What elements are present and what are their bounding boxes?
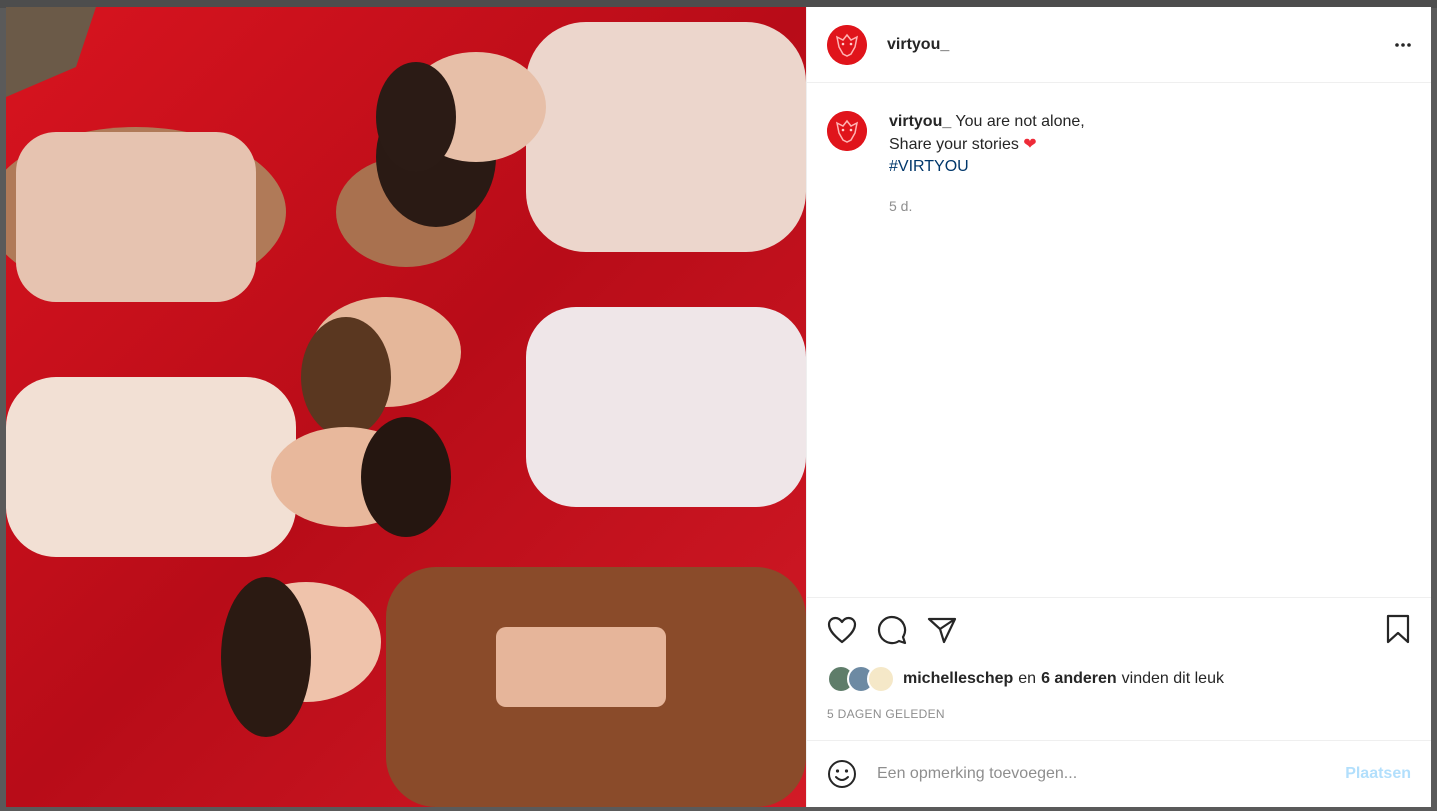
share-button[interactable] <box>927 614 959 646</box>
liker-avatar <box>867 665 895 693</box>
likes-summary: michelleschep en 6 anderen vinden dit le… <box>827 665 1224 693</box>
bookmark-icon <box>1386 614 1410 644</box>
action-bar <box>807 597 1431 659</box>
post-details-panel: virtyou_ virtyou_ You are not alone, Sha… <box>806 7 1431 807</box>
caption-timestamp[interactable]: 5 d. <box>889 195 1085 218</box>
profile-avatar[interactable] <box>827 24 867 65</box>
caption-avatar[interactable] <box>827 111 867 151</box>
comment-bar: Plaatsen <box>807 740 1431 807</box>
save-button[interactable] <box>1385 614 1413 646</box>
comment-input[interactable] <box>877 765 1346 783</box>
lion-logo-icon <box>827 24 867 65</box>
post-photo[interactable] <box>6 7 806 807</box>
post-header: virtyou_ <box>807 7 1431 83</box>
ellipsis-icon <box>1395 43 1411 47</box>
liker-username-link[interactable]: michelleschep <box>903 670 1013 687</box>
liker-avatars[interactable] <box>827 665 895 693</box>
likes-suffix: vinden dit leuk <box>1121 670 1224 687</box>
comment-bubble-icon <box>878 616 907 645</box>
more-options-button[interactable] <box>1391 33 1415 57</box>
post-comment-button[interactable]: Plaatsen <box>1345 765 1411 783</box>
post-caption: virtyou_ You are not alone, Share your s… <box>827 111 1411 217</box>
paper-plane-icon <box>927 617 957 644</box>
caption-body: virtyou_ You are not alone, Share your s… <box>889 111 1085 217</box>
comment-button[interactable] <box>877 614 909 646</box>
caption-text-line1: You are not alone, <box>955 113 1085 130</box>
likes-others-link[interactable]: 6 anderen <box>1041 670 1117 688</box>
smiley-icon <box>828 760 856 788</box>
hashtag-link[interactable]: #VIRTYOU <box>889 158 969 175</box>
caption-username-link[interactable]: virtyou_ <box>889 113 951 130</box>
red-heart-emoji: ❤ <box>1023 135 1037 153</box>
photo-illustration <box>6 7 806 807</box>
post-date[interactable]: 5 DAGEN GELEDEN <box>827 707 945 721</box>
post-modal: virtyou_ virtyou_ You are not alone, Sha… <box>6 7 1431 807</box>
lion-logo-icon <box>827 111 867 151</box>
caption-text-line2: Share your stories <box>889 135 1019 153</box>
heart-outline-icon <box>827 616 857 644</box>
likes-connector: en <box>1018 670 1037 687</box>
like-button[interactable] <box>827 614 859 646</box>
emoji-picker-button[interactable] <box>827 759 857 789</box>
header-username-link[interactable]: virtyou_ <box>887 36 949 54</box>
